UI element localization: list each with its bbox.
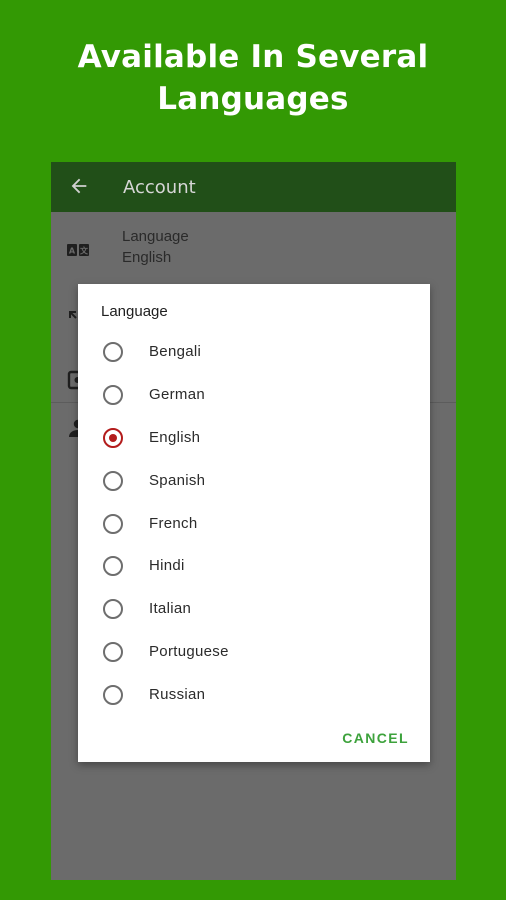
radio-button[interactable] bbox=[103, 642, 123, 662]
language-option-hindi[interactable]: Hindi bbox=[78, 546, 430, 586]
svg-text:文: 文 bbox=[80, 246, 89, 256]
language-option-german[interactable]: German bbox=[78, 375, 430, 415]
language-option-bengali[interactable]: Bengali bbox=[78, 332, 430, 372]
translate-icon: A 文 bbox=[67, 244, 89, 256]
language-option-portuguese[interactable]: Portuguese bbox=[78, 632, 430, 672]
language-option-label: English bbox=[149, 429, 201, 446]
language-setting-row[interactable]: A 文 Language English bbox=[51, 228, 456, 274]
app-bar-title: Account bbox=[123, 177, 196, 198]
app-bar: Account bbox=[51, 162, 456, 212]
promo-headline: Available In Several Languages bbox=[0, 36, 506, 120]
promo-headline-line-2: Languages bbox=[157, 81, 349, 117]
language-option-russian[interactable]: Russian bbox=[78, 675, 430, 715]
language-option-french[interactable]: French bbox=[78, 504, 430, 544]
language-option-label: Bengali bbox=[149, 343, 202, 360]
dialog-title: Language bbox=[101, 303, 168, 320]
svg-text:A: A bbox=[69, 247, 76, 256]
promo-headline-line-1: Available In Several bbox=[77, 39, 429, 75]
language-option-label: German bbox=[149, 386, 205, 403]
language-option-label: French bbox=[149, 515, 198, 532]
language-option-label: Hindi bbox=[149, 557, 185, 574]
radio-button[interactable] bbox=[103, 685, 123, 705]
arrow-left-icon[interactable] bbox=[68, 175, 90, 197]
radio-button[interactable] bbox=[103, 471, 123, 491]
language-option-label: Russian bbox=[149, 686, 206, 703]
radio-button[interactable] bbox=[103, 556, 123, 576]
cancel-button[interactable]: CANCEL bbox=[342, 730, 409, 746]
language-dialog: Language Bengali German English Spanish … bbox=[78, 284, 430, 762]
language-option-label: Portuguese bbox=[149, 643, 229, 660]
radio-button-selected[interactable] bbox=[103, 428, 123, 448]
radio-button[interactable] bbox=[103, 385, 123, 405]
language-option-english[interactable]: English bbox=[78, 418, 430, 458]
radio-button[interactable] bbox=[103, 599, 123, 619]
language-setting-title: Language bbox=[122, 228, 189, 245]
language-setting-value: English bbox=[122, 249, 172, 266]
language-option-label: Italian bbox=[149, 600, 192, 617]
language-option-label: Spanish bbox=[149, 472, 206, 489]
radio-button[interactable] bbox=[103, 514, 123, 534]
language-option-spanish[interactable]: Spanish bbox=[78, 461, 430, 501]
radio-button[interactable] bbox=[103, 342, 123, 362]
language-option-italian[interactable]: Italian bbox=[78, 589, 430, 629]
